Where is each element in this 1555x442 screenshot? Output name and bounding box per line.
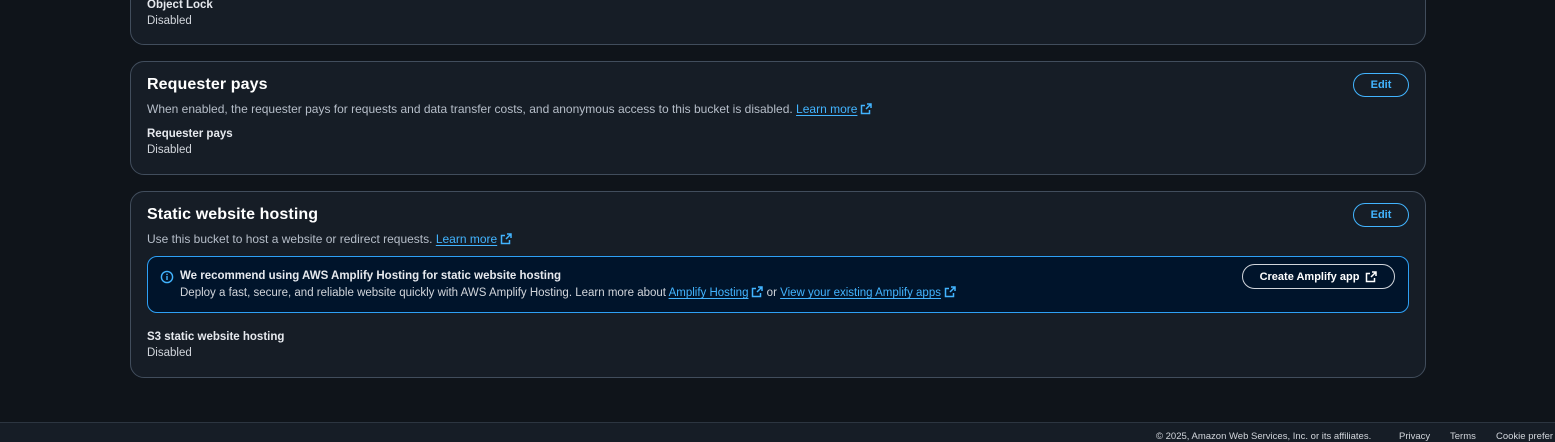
footer-privacy-link[interactable]: Privacy <box>1399 431 1430 442</box>
object-lock-card: Object Lock Disabled <box>130 0 1426 45</box>
existing-amplify-apps-link-text: View your existing Amplify apps <box>780 287 941 299</box>
requester-pays-card: Requester pays Edit When enabled, the re… <box>130 61 1426 175</box>
static-hosting-field-value: Disabled <box>147 347 192 359</box>
amplify-info-alert: We recommend using AWS Amplify Hosting f… <box>147 256 1409 313</box>
object-lock-label: Object Lock <box>147 0 213 11</box>
footer-copyright: © 2025, Amazon Web Services, Inc. or its… <box>1156 431 1372 442</box>
amplify-hosting-link[interactable]: Amplify Hosting <box>668 286 764 299</box>
info-icon <box>160 270 174 284</box>
alert-title: We recommend using AWS Amplify Hosting f… <box>180 270 562 282</box>
create-amplify-app-label: Create Amplify app <box>1259 270 1360 283</box>
existing-amplify-apps-link[interactable]: View your existing Amplify apps <box>780 286 956 299</box>
external-link-icon <box>944 286 956 298</box>
requester-pays-title: Requester pays <box>147 76 268 93</box>
static-hosting-description-text: Use this bucket to host a website or red… <box>147 232 433 246</box>
static-website-hosting-card: Static website hosting Edit Use this buc… <box>130 191 1426 378</box>
footer-terms-link[interactable]: Terms <box>1450 431 1476 442</box>
object-lock-value: Disabled <box>147 15 192 27</box>
requester-pays-description: When enabled, the requester pays for req… <box>147 102 873 116</box>
page: Object Lock Disabled Requester pays Edit… <box>0 0 1555 442</box>
static-hosting-learn-more-link[interactable]: Learn more <box>436 232 512 246</box>
requester-pays-field-value: Disabled <box>147 144 192 156</box>
footer: © 2025, Amazon Web Services, Inc. or its… <box>0 422 1555 442</box>
requester-pays-field-label: Requester pays <box>147 128 233 140</box>
requester-pays-learn-more-link[interactable]: Learn more <box>796 102 873 116</box>
static-hosting-learn-more-text: Learn more <box>435 232 498 246</box>
alert-joiner: or <box>766 287 777 299</box>
external-link-icon <box>1366 270 1378 282</box>
requester-pays-description-text: When enabled, the requester pays for req… <box>147 102 793 116</box>
external-link-icon <box>752 286 764 298</box>
alert-body-text: Deploy a fast, secure, and reliable webs… <box>180 287 667 299</box>
static-hosting-description: Use this bucket to host a website or red… <box>147 232 512 246</box>
requester-pays-learn-more-text: Learn more <box>796 102 858 116</box>
create-amplify-app-button[interactable]: Create Amplify app <box>1242 264 1395 289</box>
external-link-icon <box>861 103 873 115</box>
requester-pays-edit-button[interactable]: Edit <box>1353 73 1409 97</box>
static-hosting-edit-button[interactable]: Edit <box>1353 203 1409 227</box>
external-link-icon <box>500 233 512 245</box>
alert-body: Deploy a fast, secure, and reliable webs… <box>180 286 956 299</box>
amplify-hosting-link-text: Amplify Hosting <box>668 287 749 299</box>
static-hosting-title: Static website hosting <box>147 206 319 223</box>
footer-cookie-preferences-link[interactable]: Cookie prefer <box>1496 431 1553 442</box>
static-hosting-field-label: S3 static website hosting <box>147 331 285 343</box>
